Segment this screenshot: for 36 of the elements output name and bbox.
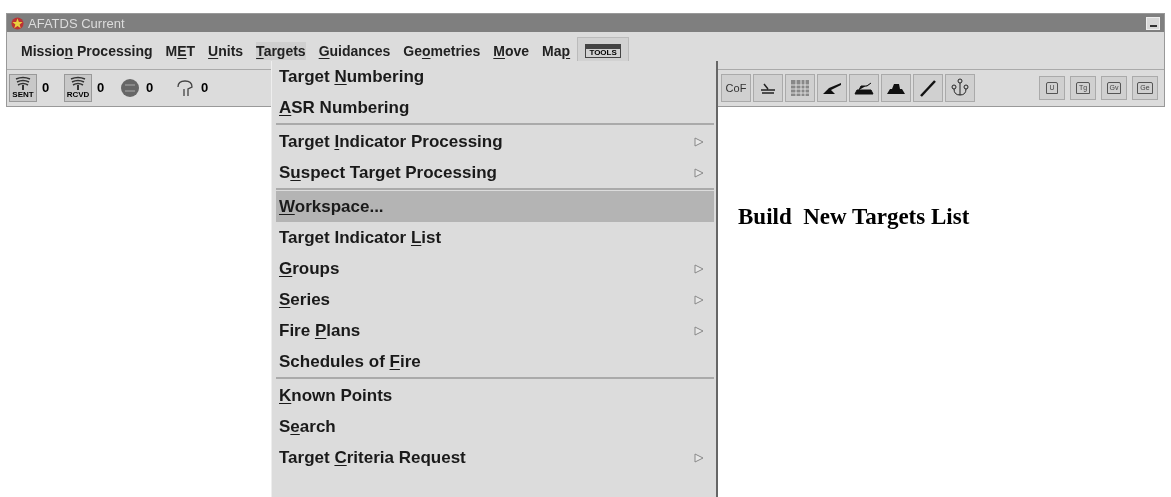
menu-bar-item[interactable]: Geometries	[403, 41, 481, 60]
minimize-button[interactable]	[1146, 16, 1160, 30]
menu-bar-item[interactable]: Targets	[256, 41, 306, 60]
window-title: AFATDS Current	[28, 16, 125, 30]
menu-bar-item[interactable]: Mission Processing	[21, 41, 153, 60]
menu-item[interactable]: Suspect Target Processing	[276, 157, 714, 188]
menu-item[interactable]: ASR Numbering	[276, 92, 714, 123]
menu-item[interactable]: Target Indicator List	[276, 222, 714, 253]
tank-icon[interactable]	[849, 74, 879, 102]
menu-bar-item[interactable]: Guidances	[318, 41, 391, 60]
counter: 0	[42, 79, 50, 98]
counter: 0	[146, 79, 154, 98]
turret-icon[interactable]	[881, 74, 911, 102]
menu-item[interactable]: Search	[276, 411, 714, 442]
menu-item[interactable]: Target Criteria Request	[276, 442, 714, 473]
station-icon: RCVD	[64, 74, 92, 102]
cof-button[interactable]: CoF	[721, 74, 751, 102]
menu-item[interactable]: Workspace...	[276, 191, 714, 222]
menu-item[interactable]: Target Indicator Processing	[276, 126, 714, 157]
counter: 0	[97, 79, 105, 98]
menu-item[interactable]: Fire Plans	[276, 315, 714, 346]
counter: 0	[201, 79, 209, 98]
menu-item[interactable]: Known Points	[276, 380, 714, 411]
caption: Build New Targets List	[738, 203, 970, 231]
globe-icon	[119, 77, 141, 99]
pen-icon[interactable]	[913, 74, 943, 102]
menu-bar-item[interactable]: Units	[208, 41, 244, 60]
cannon-icon[interactable]	[817, 74, 847, 102]
menu-item[interactable]: Groups	[276, 253, 714, 284]
menu-item[interactable]: Series	[276, 284, 714, 315]
station-icon: SENT	[9, 74, 37, 102]
star-icon	[11, 16, 24, 30]
menu-item[interactable]: Schedules of Fire	[276, 346, 714, 377]
menu-bar-item[interactable]: MET	[165, 41, 196, 60]
menu-bar-item[interactable]: Move	[493, 41, 530, 60]
menu-bar-item[interactable]: Map	[542, 41, 571, 60]
